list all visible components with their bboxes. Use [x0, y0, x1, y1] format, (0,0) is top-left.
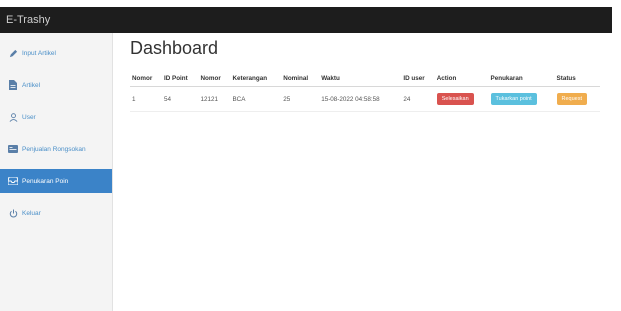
sidebar-item-penjualan-rongsokan[interactable]: Penjualan Rongsokan [0, 137, 112, 161]
id-card-icon [8, 144, 18, 154]
header-penukaran: Penukaran [488, 70, 555, 87]
header-action: Action [434, 70, 489, 87]
status-request-button[interactable]: Request [556, 93, 588, 105]
app-title[interactable]: E-Trashy [6, 14, 50, 26]
main-content: Dashboard Nomor ID Point Nomor Keteranga… [130, 36, 600, 112]
top-navbar: E-Trashy [0, 7, 612, 33]
header-waktu: Waktu [319, 70, 402, 87]
pencil-icon [8, 48, 18, 58]
sidebar-item-artikel[interactable]: Artikel [0, 73, 112, 97]
sidebar-item-user[interactable]: User [0, 105, 112, 129]
sidebar-item-label: Input Artikel [22, 49, 56, 57]
cell-nomor: 1 [130, 86, 162, 112]
cell-id-user: 24 [401, 86, 435, 112]
header-nomor-2: Nomor [198, 70, 231, 87]
sidebar-item-label: Keluar [22, 209, 41, 217]
sidebar: Input Artikel Artikel User Penjualan Ron… [0, 33, 113, 311]
sidebar-item-label: Penukaran Poin [22, 177, 69, 185]
cell-action: Selesaikan [434, 86, 489, 112]
cell-keterangan: BCA [230, 86, 282, 112]
user-icon [8, 112, 18, 122]
header-nomor: Nomor [130, 70, 162, 87]
page-title: Dashboard [130, 38, 219, 58]
cell-waktu: 15-08-2022 04:58:58 [319, 86, 402, 112]
power-icon [8, 208, 18, 218]
tukarkan-point-button[interactable]: Tukarkan point [490, 93, 537, 105]
sidebar-item-label: User [22, 113, 36, 121]
cell-nominal: 25 [281, 86, 320, 112]
inbox-icon [8, 176, 18, 186]
table-header-row: Nomor ID Point Nomor Keterangan Nominal … [130, 70, 600, 87]
cell-status: Request [554, 86, 600, 112]
sidebar-item-penukaran-poin[interactable]: Penukaran Poin [0, 169, 112, 193]
sidebar-item-keluar[interactable]: Keluar [0, 201, 112, 225]
header-status: Status [554, 70, 600, 87]
cell-id-point: 54 [161, 86, 199, 112]
sidebar-item-label: Penjualan Rongsokan [22, 145, 86, 153]
selesaikan-button[interactable]: Selesaikan [436, 93, 474, 105]
table-row: 1 54 12121 BCA 25 15-08-2022 04:58:58 24… [130, 86, 600, 112]
header-keterangan: Keterangan [230, 70, 282, 87]
header-id-point: ID Point [161, 70, 199, 87]
document-icon [8, 80, 18, 90]
penukaran-table: Nomor ID Point Nomor Keterangan Nominal … [130, 70, 600, 112]
header-id-user: ID user [401, 70, 435, 87]
cell-penukaran: Tukarkan point [488, 86, 555, 112]
cell-nomor-2: 12121 [198, 86, 231, 112]
sidebar-item-label: Artikel [22, 81, 41, 89]
sidebar-item-input-artikel[interactable]: Input Artikel [0, 41, 112, 65]
header-nominal: Nominal [281, 70, 320, 87]
